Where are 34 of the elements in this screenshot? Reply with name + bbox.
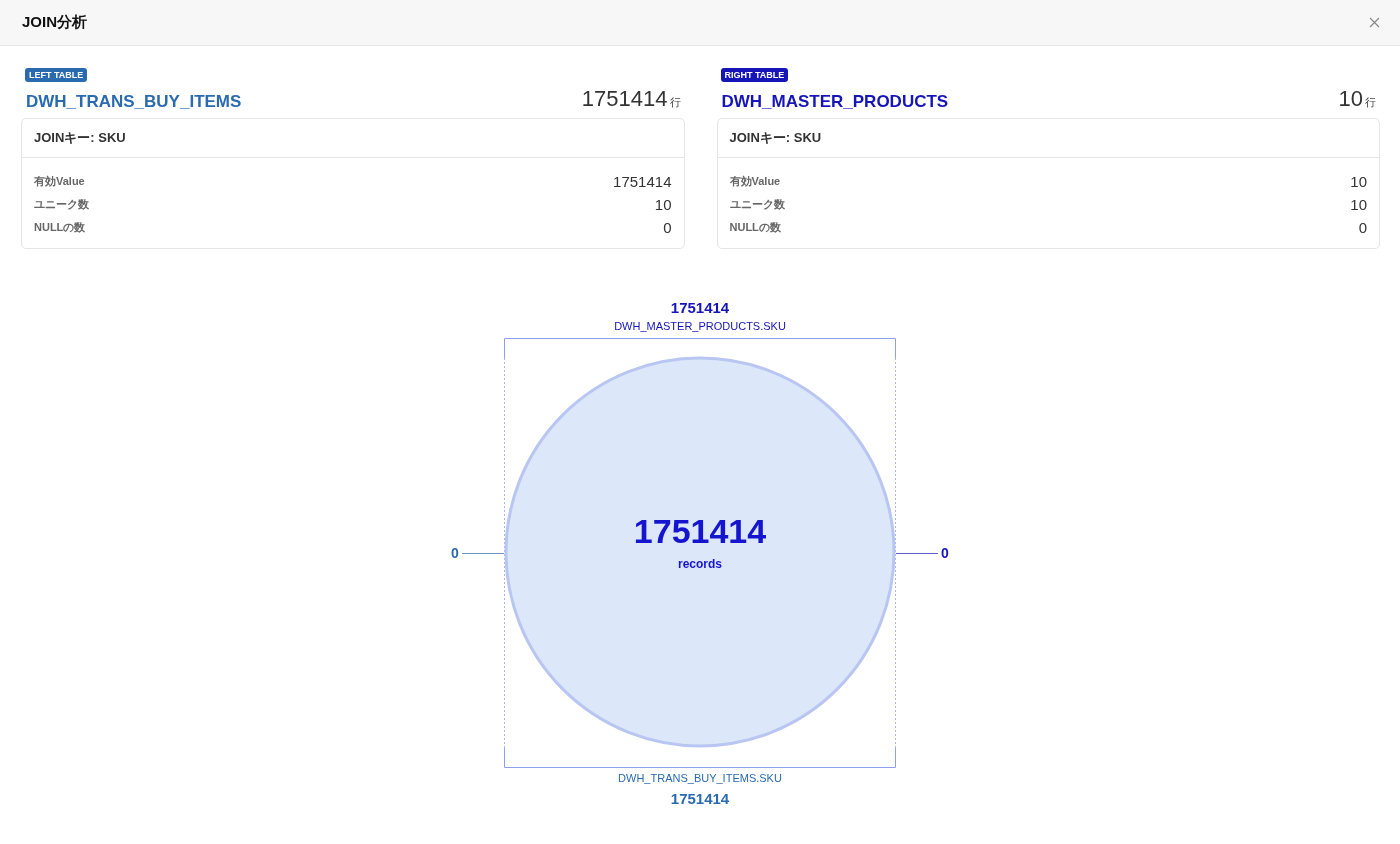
stat-label: NULLの数 xyxy=(34,220,86,235)
row-unit: 行 xyxy=(669,96,681,108)
close-icon[interactable] xyxy=(1369,17,1380,28)
right-only-count: 0 xyxy=(940,545,950,561)
stat-value: 0 xyxy=(663,219,672,236)
dialog-title: JOIN分析 xyxy=(22,13,87,32)
leader-line xyxy=(462,552,504,554)
left-key-label: DWH_TRANS_BUY_ITEMS.SKU xyxy=(618,772,782,784)
left-key-count: 1751414 xyxy=(670,790,730,807)
stat-label: ユニーク数 xyxy=(34,197,89,212)
right-key-count: 1751414 xyxy=(670,299,730,316)
stat-value: 10 xyxy=(1350,196,1367,213)
stat-value: 1751414 xyxy=(613,173,672,190)
join-key-title: JOINキー: SKU xyxy=(22,119,684,158)
matched-unit: records xyxy=(678,557,722,571)
table-badge: LEFT TABLE xyxy=(25,68,88,82)
table-badge: RIGHT TABLE xyxy=(720,68,789,82)
stat-label: ユニーク数 xyxy=(729,197,785,212)
table-name: DWH_TRANS_BUY_ITEMS xyxy=(26,92,242,112)
stat-value: 10 xyxy=(654,196,672,213)
leader-line xyxy=(896,552,938,554)
stat-label: 有効Value xyxy=(729,174,781,189)
right-key-label: DWH_MASTER_PRODUCTS.SKU xyxy=(614,320,786,332)
matched-count: 1751414 xyxy=(633,512,767,551)
left-only-count: 0 xyxy=(450,545,460,561)
row-count: 10 xyxy=(1338,86,1363,111)
table-name: DWH_MASTER_PRODUCTS xyxy=(721,92,949,112)
join-key-title: JOINキー: SKU xyxy=(717,119,1379,158)
stat-label: 有効Value xyxy=(34,174,85,189)
row-unit: 行 xyxy=(1365,96,1376,108)
stat-label: NULLの数 xyxy=(729,220,781,235)
stat-value: 0 xyxy=(1358,219,1367,236)
row-count: 1751414 xyxy=(581,86,668,111)
stat-value: 10 xyxy=(1350,173,1367,190)
